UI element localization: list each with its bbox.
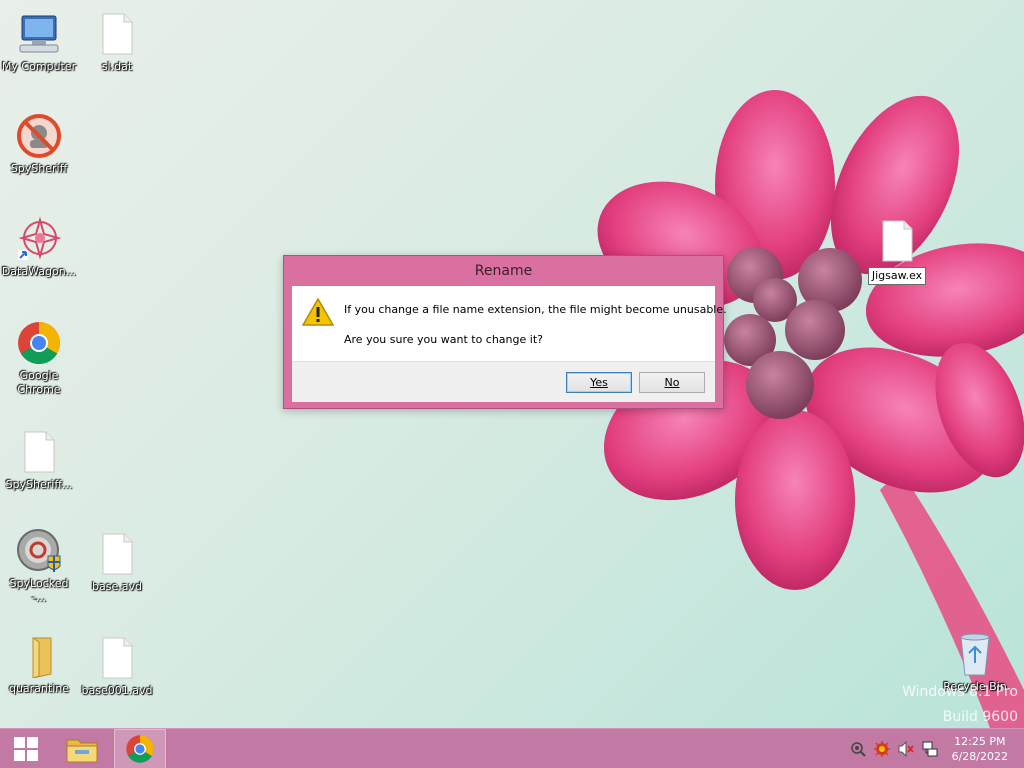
file-explorer-icon	[66, 739, 98, 763]
os-watermark-edition: Windows 8.1 Pro	[902, 684, 1018, 700]
volume-muted-icon[interactable]	[898, 741, 914, 757]
desktop-icon-label: base.avd	[92, 580, 142, 593]
taskbar-file-explorer[interactable]	[56, 729, 108, 768]
desktop-icon-quarantine[interactable]: quarantine	[1, 632, 77, 696]
datawagon-icon	[15, 215, 63, 263]
desktop-icon-jigsaw[interactable]: Jigsaw.ex	[859, 217, 935, 285]
desktop-icon-label: DataWagon...	[1, 265, 77, 278]
desktop-icon-spysheriff[interactable]: SpySheriff	[1, 112, 77, 176]
desktop-icon-spylocked[interactable]: SpyLocked -...	[1, 527, 77, 605]
desktop-icon-label: sl.dat	[101, 60, 133, 73]
spylocked-icon	[15, 527, 63, 575]
desktop-icon-my-computer[interactable]: My Computer	[1, 10, 77, 74]
network-icon[interactable]	[922, 741, 938, 757]
yes-button-label: Yes	[590, 376, 608, 389]
chrome-icon	[15, 319, 63, 367]
rename-dialog: Rename If you change a file name extensi…	[283, 255, 727, 409]
file-icon	[93, 634, 141, 682]
desktop-icon-base001-avd[interactable]: base001.avd	[79, 634, 155, 698]
warning-icon	[302, 297, 334, 326]
spysheriff-icon	[15, 112, 63, 160]
recycle-bin-icon	[951, 630, 999, 678]
folder-icon	[15, 632, 63, 680]
dialog-message: If you change a file name extension, the…	[344, 303, 727, 316]
dialog-question: Are you sure you want to change it?	[344, 333, 543, 346]
file-icon	[873, 217, 921, 265]
clock-time: 12:25 PM	[954, 735, 1006, 748]
virus-alert-icon[interactable]	[874, 741, 890, 757]
taskbar: 12:25 PM 6/28/2022	[0, 728, 1024, 768]
taskbar-chrome[interactable]	[114, 729, 166, 768]
chrome-icon	[126, 735, 154, 763]
dialog-button-bar: Yes No	[292, 361, 715, 402]
file-icon	[93, 10, 141, 58]
os-watermark-build: Build 9600	[942, 709, 1018, 725]
no-button[interactable]: No	[639, 372, 705, 393]
dialog-title: Rename	[474, 263, 533, 279]
system-clock[interactable]: 12:25 PM 6/28/2022	[952, 734, 1008, 764]
desktop-icon-label: SpySheriff	[10, 162, 68, 175]
desktop-icon-label: quarantine	[8, 682, 70, 695]
clock-date: 6/28/2022	[951, 750, 1008, 763]
desktop-icon-spysheriff-file[interactable]: SpySheriff...	[1, 428, 77, 492]
desktop-icon-base-avd[interactable]: base.avd	[79, 530, 155, 594]
network-scan-icon[interactable]	[850, 741, 866, 757]
rename-textbox[interactable]: Jigsaw.ex	[867, 267, 927, 285]
file-icon	[15, 428, 63, 476]
desktop-icon-label: Google Chrome	[17, 369, 61, 396]
desktop-icon-label: base001.avd	[81, 684, 153, 697]
dialog-body: If you change a file name extension, the…	[292, 286, 727, 402]
windows-logo-icon	[14, 737, 38, 761]
start-button[interactable]	[0, 729, 52, 768]
desktop-icon-sl-dat[interactable]: sl.dat	[79, 10, 155, 74]
desktop-icon-google-chrome[interactable]: Google Chrome	[1, 319, 77, 397]
desktop-icon-label: SpyLocked -...	[9, 577, 69, 604]
desktop-icon-datawagon[interactable]: DataWagon...	[1, 215, 77, 279]
yes-button[interactable]: Yes	[566, 372, 632, 393]
file-icon	[93, 530, 141, 578]
no-button-label: No	[664, 376, 680, 389]
computer-icon	[15, 10, 63, 58]
desktop-icon-label: My Computer	[1, 60, 77, 73]
desktop-icon-label: SpySheriff...	[5, 478, 73, 491]
